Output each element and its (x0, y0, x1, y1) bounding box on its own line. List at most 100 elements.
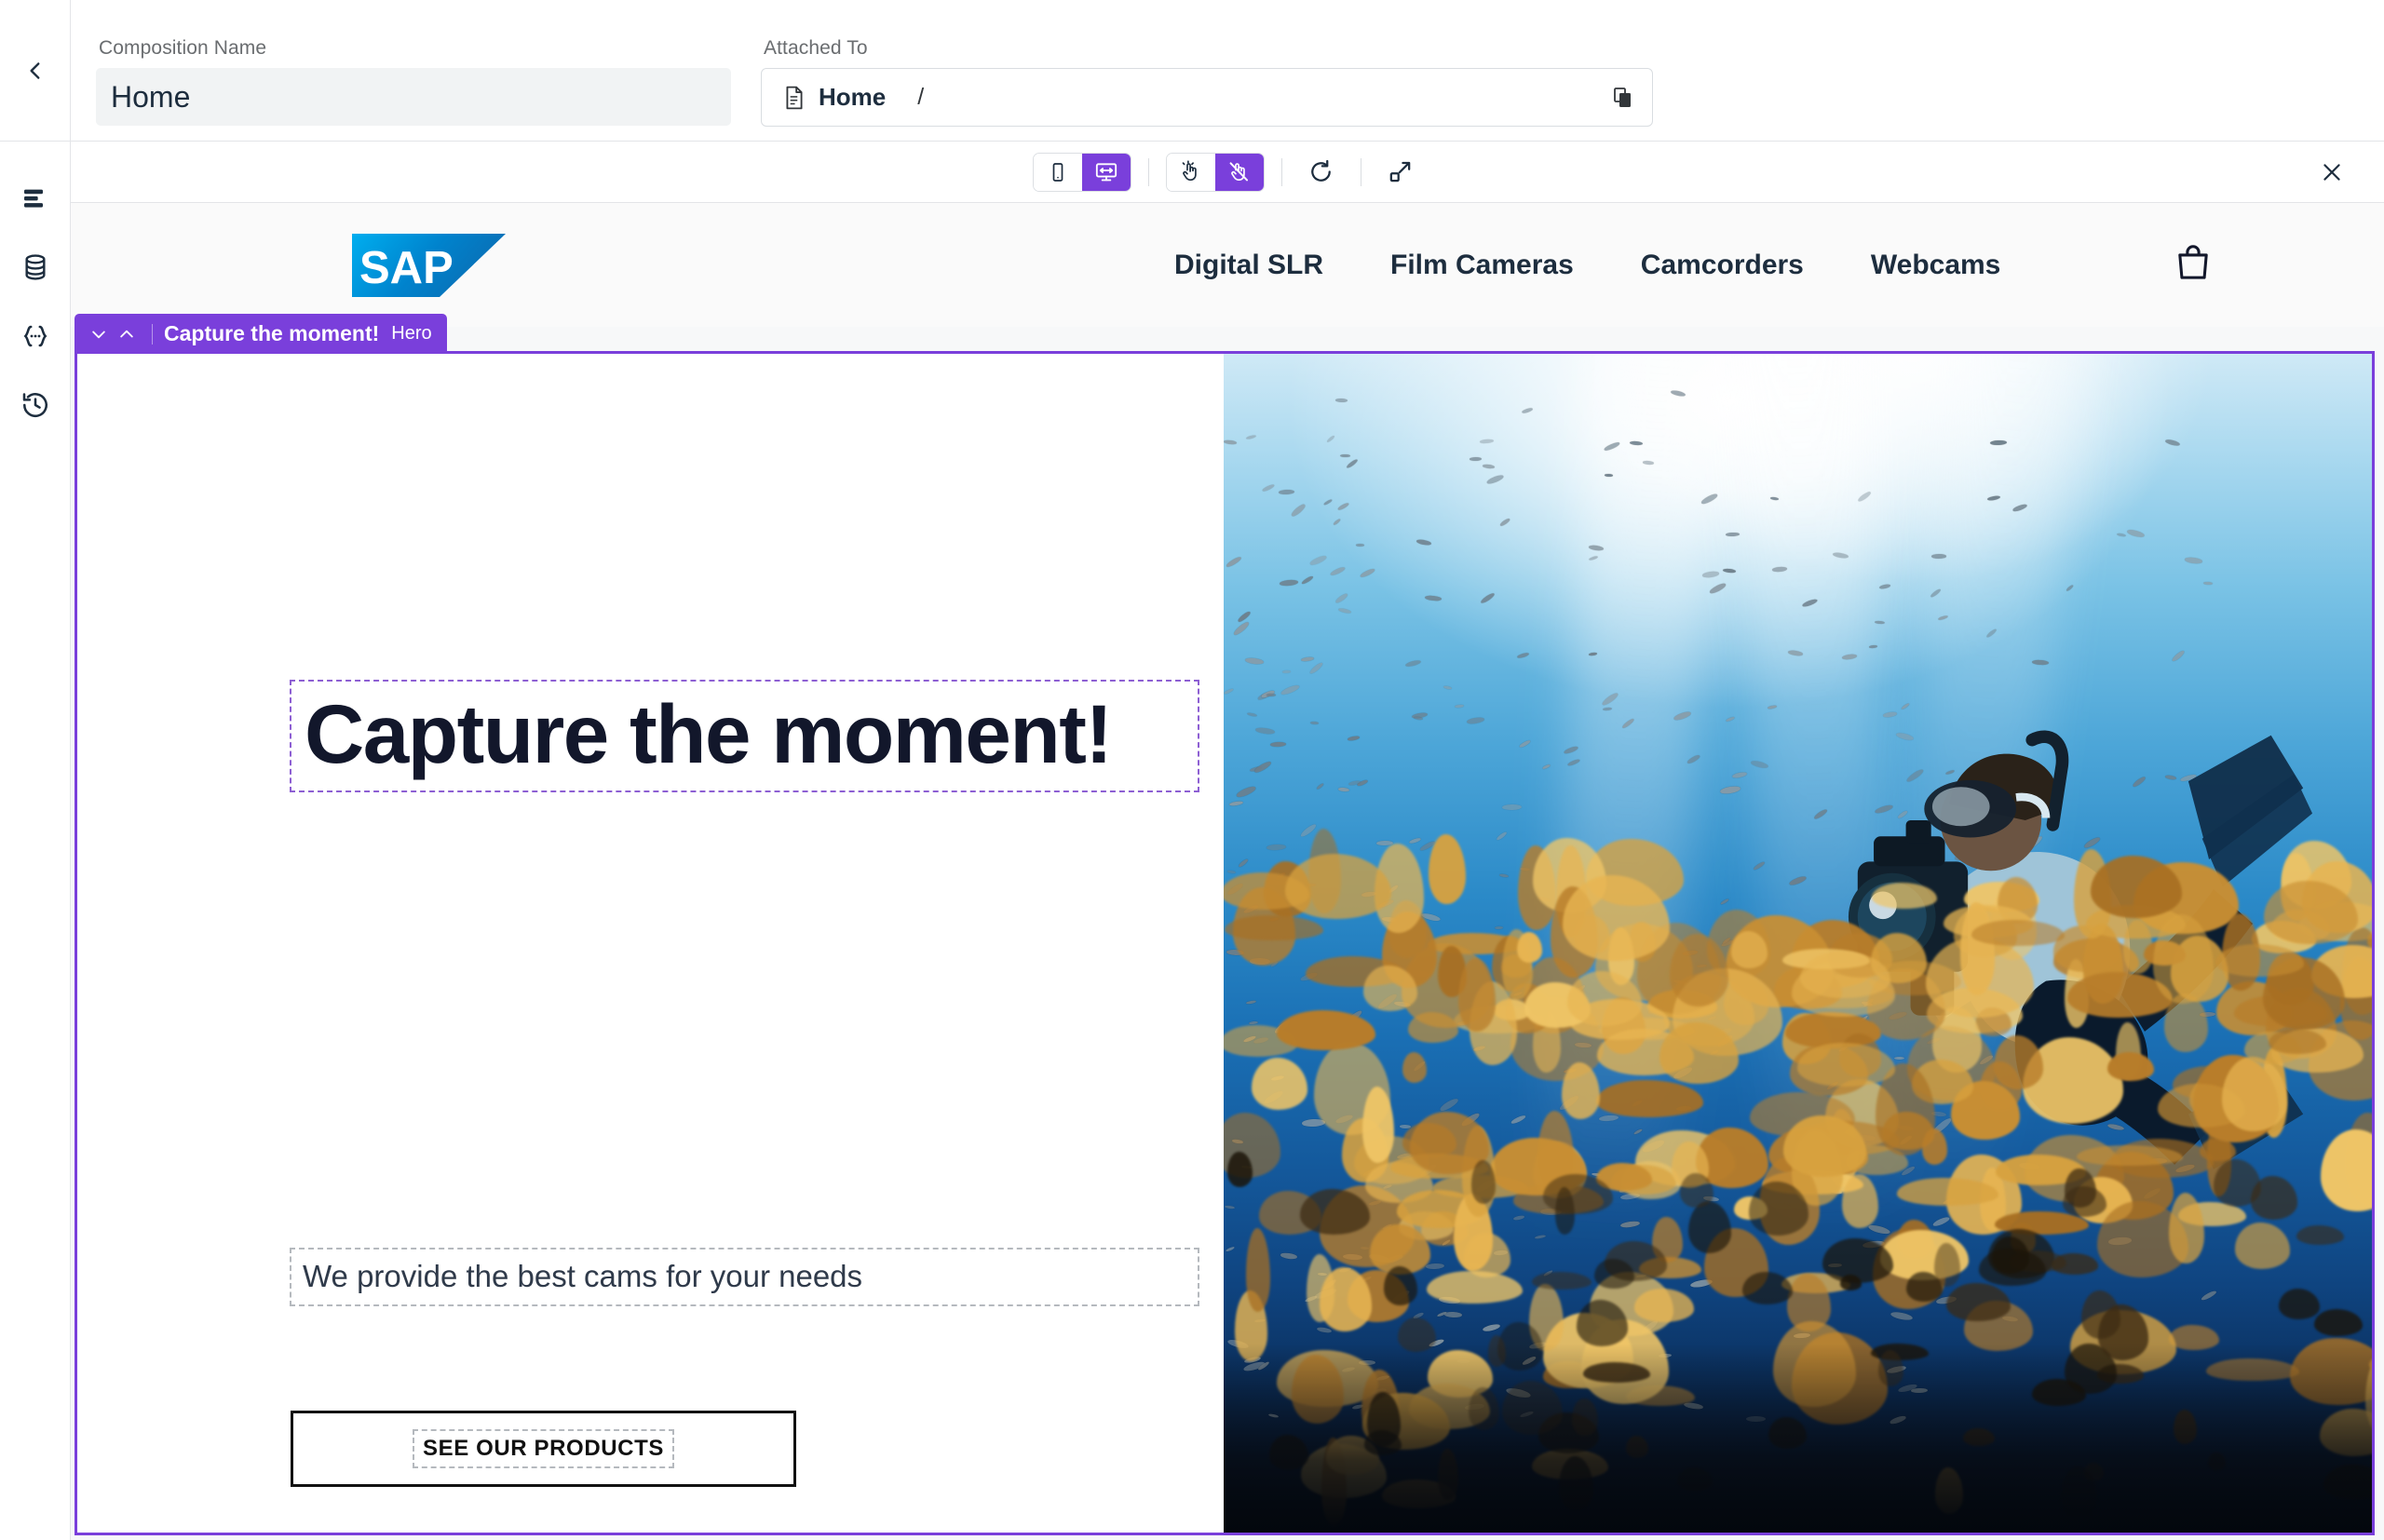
coral (1225, 915, 1324, 941)
top-bar: Composition Name Attached To Home / (0, 0, 2384, 142)
hero-image (1224, 354, 2372, 1533)
hero-section[interactable]: Capture the moment! Hero Capture the mom… (74, 314, 2375, 1535)
fish (1282, 669, 1292, 673)
coral-shadow (1687, 1200, 1732, 1254)
desktop-responsive-icon (1095, 162, 1117, 181)
sap-logo-text: SAP (359, 243, 454, 293)
attached-page-name: Home (819, 83, 887, 111)
coral (2234, 1223, 2291, 1269)
layout-icon (23, 189, 43, 208)
coral (1971, 920, 2065, 947)
chevron-down-icon (92, 331, 105, 338)
hero-subtitle-text: We provide the best cams for your needs (303, 1259, 863, 1293)
canvas-toolbar (71, 142, 2384, 203)
coral (1458, 957, 1496, 1033)
coral-shadow (2314, 1309, 2364, 1337)
interaction-enable-button[interactable] (1166, 153, 1215, 191)
coral-shadow (1531, 1271, 1592, 1290)
nav-item-camcorders[interactable]: Camcorders (1641, 250, 1804, 281)
coral (1842, 1174, 1878, 1228)
left-rail (0, 142, 71, 1540)
preview-canvas: SAP Digital SLR Film Cameras Camcorders … (71, 203, 2384, 1540)
badge-divider (152, 323, 153, 344)
nav-item-film-cameras[interactable]: Film Cameras (1390, 250, 1574, 281)
hero-subtitle-block[interactable]: We provide the best cams for your needs (290, 1248, 1199, 1307)
expand-icon (1389, 161, 1411, 182)
viewport-toggle-group (1032, 152, 1131, 192)
coral (1797, 1043, 1895, 1087)
coral (1921, 1128, 1948, 1166)
coral (2107, 1051, 2155, 1081)
database-icon (24, 254, 46, 280)
composition-name-group: Composition Name (96, 37, 731, 126)
coral (1872, 882, 1938, 909)
coral (1402, 1052, 1428, 1084)
fish (1356, 543, 1365, 547)
coral (1896, 1178, 1998, 1206)
coral (1252, 1058, 1308, 1110)
attached-to-field[interactable]: Home / (761, 68, 1653, 127)
see-our-products-label: SEE OUR PRODUCTS (413, 1429, 674, 1468)
coral-shadow (1742, 1272, 1794, 1305)
fish (1874, 620, 1885, 625)
fish (2202, 581, 2213, 586)
close-preview-button[interactable] (2311, 152, 2352, 193)
coral (1561, 1061, 1601, 1120)
hero-heading-text: Capture the moment! (305, 687, 1113, 780)
hero-heading-block[interactable]: Capture the moment! (290, 680, 1199, 792)
deep-water-shadow (1224, 1344, 2372, 1533)
viewport-mobile-button[interactable] (1033, 153, 1082, 191)
nav-item-webcams[interactable]: Webcams (1871, 250, 2001, 281)
coral (1596, 1080, 1703, 1117)
expand-button[interactable] (1378, 153, 1423, 192)
coral (1277, 1010, 1376, 1050)
coral (1284, 853, 1392, 919)
sap-logo-svg: SAP (352, 233, 506, 297)
refresh-button[interactable] (1299, 153, 1344, 192)
hero-selection-badge: Capture the moment! Hero (74, 314, 447, 354)
coral-shadow (2279, 1289, 2320, 1319)
sidebar-item-code[interactable] (7, 302, 64, 371)
see-our-products-button[interactable]: SEE OUR PRODUCTS (291, 1411, 796, 1487)
coral (2321, 1129, 2372, 1211)
cart-button[interactable] (2172, 241, 2215, 289)
chevron-up-icon (120, 330, 133, 337)
document-icon (786, 86, 803, 109)
sap-logo: SAP (352, 233, 506, 297)
fish (1334, 398, 1348, 403)
pointer-click-disabled-icon (1229, 162, 1249, 182)
code-icon (23, 325, 47, 347)
move-section-down-button[interactable] (85, 320, 113, 348)
coral (1633, 1289, 1695, 1322)
fish (1604, 473, 1614, 477)
sidebar-item-history[interactable] (7, 371, 64, 439)
sidebar-item-data[interactable] (7, 233, 64, 302)
chevron-left-icon (29, 62, 39, 79)
interaction-disable-button[interactable] (1214, 153, 1264, 191)
copy-icon[interactable] (1613, 87, 1633, 109)
coral-shadow (1946, 1282, 2011, 1321)
hero-section-wrapper: Capture the moment! Hero Capture the mom… (71, 314, 2384, 1535)
nav-item-digital-slr[interactable]: Digital SLR (1174, 250, 1323, 281)
shopping-bag-icon (2178, 245, 2209, 279)
hero-badge-type: Hero (391, 323, 432, 344)
header-fields: Composition Name Attached To Home / (71, 0, 1653, 127)
sidebar-item-layout[interactable] (7, 164, 64, 233)
site-header: SAP Digital SLR Film Cameras Camcorders … (71, 203, 2384, 327)
hero-badge-title: Capture the moment! (164, 321, 380, 345)
toolbar-divider-2 (1280, 157, 1282, 186)
back-button[interactable] (0, 0, 71, 142)
toolbar-cluster (1032, 152, 1423, 192)
coral (1993, 1035, 2043, 1089)
move-section-up-button[interactable] (113, 320, 141, 348)
fish (1309, 721, 1319, 725)
coral (1426, 1270, 1523, 1304)
refresh-icon (1311, 159, 1331, 182)
viewport-desktop-button[interactable] (1081, 153, 1131, 191)
composition-name-input[interactable] (96, 68, 731, 126)
mobile-icon (1052, 162, 1063, 182)
coral (1517, 931, 1543, 963)
attached-path: / (917, 84, 925, 110)
interaction-toggle-group (1165, 152, 1265, 192)
coral-shadow (2251, 1176, 2298, 1220)
